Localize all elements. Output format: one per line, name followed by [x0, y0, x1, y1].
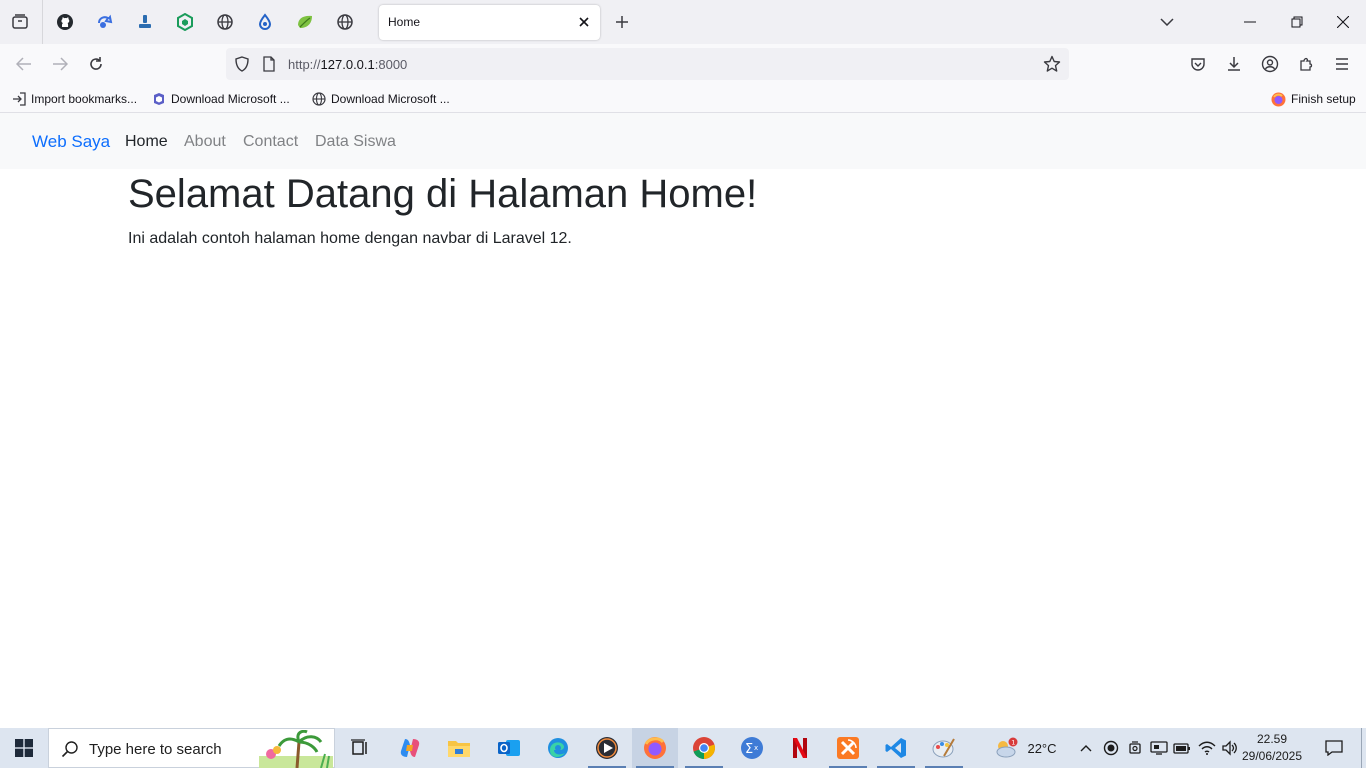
- active-tab[interactable]: Home: [379, 5, 600, 40]
- pocket-icon[interactable]: [1186, 52, 1210, 76]
- url-port: :8000: [374, 57, 408, 72]
- svg-text:Σ: Σ: [745, 742, 753, 757]
- app-cube-icon[interactable]: [173, 10, 197, 34]
- navbar-brand[interactable]: Web Saya: [32, 132, 110, 152]
- record-icon[interactable]: [1100, 728, 1122, 768]
- browser-toolbar: http://127.0.0.1:8000: [0, 44, 1366, 84]
- list-all-tabs-icon[interactable]: [1153, 8, 1181, 36]
- bookmark-download-microsoft[interactable]: Download Microsoft ...: [152, 90, 290, 108]
- clock-date: 29/06/2025: [1241, 749, 1303, 763]
- page-heading: Selamat Datang di Halaman Home!: [128, 172, 758, 216]
- minimize-icon[interactable]: [1236, 8, 1264, 36]
- vercel-icon[interactable]: [133, 10, 157, 34]
- edge-icon[interactable]: [535, 728, 581, 768]
- search-icon: [61, 740, 79, 763]
- taskbar-search-box[interactable]: Type here to search: [48, 728, 335, 768]
- vscode-icon[interactable]: [873, 728, 919, 768]
- taskbar-clock[interactable]: 22.59 29/06/2025: [1240, 731, 1304, 765]
- clock-time: 22.59: [1256, 732, 1288, 746]
- firefox-icon: [1271, 92, 1286, 106]
- reload-icon[interactable]: [84, 52, 108, 76]
- chrome-icon[interactable]: [681, 728, 727, 768]
- volume-icon[interactable]: [1219, 728, 1241, 768]
- tab-overview-icon[interactable]: [8, 10, 32, 34]
- task-view-icon[interactable]: [337, 728, 383, 768]
- back-arrow-icon[interactable]: [12, 52, 36, 76]
- url-scheme: http://: [288, 57, 321, 72]
- meet-now-icon[interactable]: [1124, 728, 1146, 768]
- forward-arrow-icon[interactable]: [48, 52, 72, 76]
- nav-link-about[interactable]: About: [184, 133, 226, 151]
- media-player-icon[interactable]: [584, 728, 630, 768]
- xampp-icon[interactable]: [825, 728, 871, 768]
- nav-link-home[interactable]: Home: [125, 133, 168, 151]
- url-host: 127.0.0.1: [320, 57, 375, 72]
- restore-icon[interactable]: [1283, 8, 1311, 36]
- drop-icon[interactable]: [253, 10, 277, 34]
- globe-icon: [312, 92, 326, 106]
- browser-tab-strip: Home: [0, 0, 1366, 44]
- finish-setup-label: Finish setup: [1291, 92, 1356, 106]
- extensions-icon[interactable]: [1294, 52, 1318, 76]
- netflix-icon[interactable]: [777, 728, 823, 768]
- bookmark-import[interactable]: Import bookmarks...: [12, 90, 137, 108]
- close-window-icon[interactable]: [1329, 8, 1357, 36]
- url-text[interactable]: http://127.0.0.1:8000: [288, 57, 407, 72]
- shortcut-icon[interactable]: [93, 10, 117, 34]
- paint-icon[interactable]: [921, 728, 967, 768]
- svg-text:x: x: [754, 744, 758, 752]
- close-tab-icon[interactable]: [576, 14, 592, 30]
- bookmark-label: Download Microsoft ...: [171, 92, 290, 106]
- leaf-icon[interactable]: [293, 10, 317, 34]
- menu-icon[interactable]: [1330, 52, 1354, 76]
- tracking-shield-icon[interactable]: [234, 56, 250, 77]
- site-navbar: Web Saya Home About Contact Data Siswa: [0, 113, 1366, 169]
- battery-icon[interactable]: [1171, 728, 1193, 768]
- bookmark-label: Download Microsoft ...: [331, 92, 450, 106]
- windows-taskbar: Type here to search Σx 1 22°C 22.59 29/0…: [0, 728, 1366, 768]
- start-button[interactable]: [0, 728, 48, 768]
- account-icon[interactable]: [1258, 52, 1282, 76]
- globe-icon[interactable]: [333, 10, 357, 34]
- globe-icon[interactable]: [213, 10, 237, 34]
- page-lead-text: Ini adalah contoh halaman home dengan na…: [128, 230, 572, 247]
- weather-icon[interactable]: 1: [992, 728, 1020, 768]
- windows-logo-icon: [15, 739, 33, 757]
- microsoft-icon: [154, 93, 164, 105]
- nav-link-contact[interactable]: Contact: [243, 133, 298, 151]
- bookmark-label: Import bookmarks...: [31, 92, 138, 106]
- calculator-icon[interactable]: Σx: [729, 728, 775, 768]
- bookmark-download-microsoft-2[interactable]: Download Microsoft ...: [312, 90, 450, 108]
- github-icon[interactable]: [53, 10, 77, 34]
- new-tab-icon[interactable]: [610, 10, 634, 34]
- search-highlight-illustration-icon: [259, 729, 333, 768]
- copilot-icon[interactable]: [387, 728, 433, 768]
- show-desktop-button[interactable]: [1361, 728, 1366, 768]
- display-icon[interactable]: [1147, 728, 1171, 768]
- finish-setup-button[interactable]: Finish setup: [1271, 90, 1356, 108]
- wifi-icon[interactable]: [1196, 728, 1218, 768]
- tab-strip-divider: [42, 0, 43, 44]
- page-info-icon[interactable]: [262, 56, 276, 77]
- firefox-icon[interactable]: [632, 728, 678, 768]
- file-explorer-icon[interactable]: [436, 728, 482, 768]
- outlook-icon[interactable]: [486, 728, 532, 768]
- tab-title: Home: [388, 15, 421, 29]
- show-hidden-icons-chevron-icon[interactable]: [1076, 728, 1096, 768]
- import-icon: [13, 92, 26, 106]
- search-placeholder: Type here to search: [89, 741, 222, 758]
- notifications-icon[interactable]: [1318, 728, 1350, 768]
- weather-badge-count: 1: [1011, 738, 1015, 746]
- nav-link-data-siswa[interactable]: Data Siswa: [315, 133, 396, 151]
- address-bar[interactable]: http://127.0.0.1:8000: [226, 48, 1069, 80]
- bookmark-star-icon[interactable]: [1043, 55, 1061, 78]
- weather-temperature[interactable]: 22°C: [1022, 728, 1062, 768]
- downloads-icon[interactable]: [1222, 52, 1246, 76]
- bookmarks-bar: Import bookmarks... Download Microsoft .…: [0, 84, 1366, 113]
